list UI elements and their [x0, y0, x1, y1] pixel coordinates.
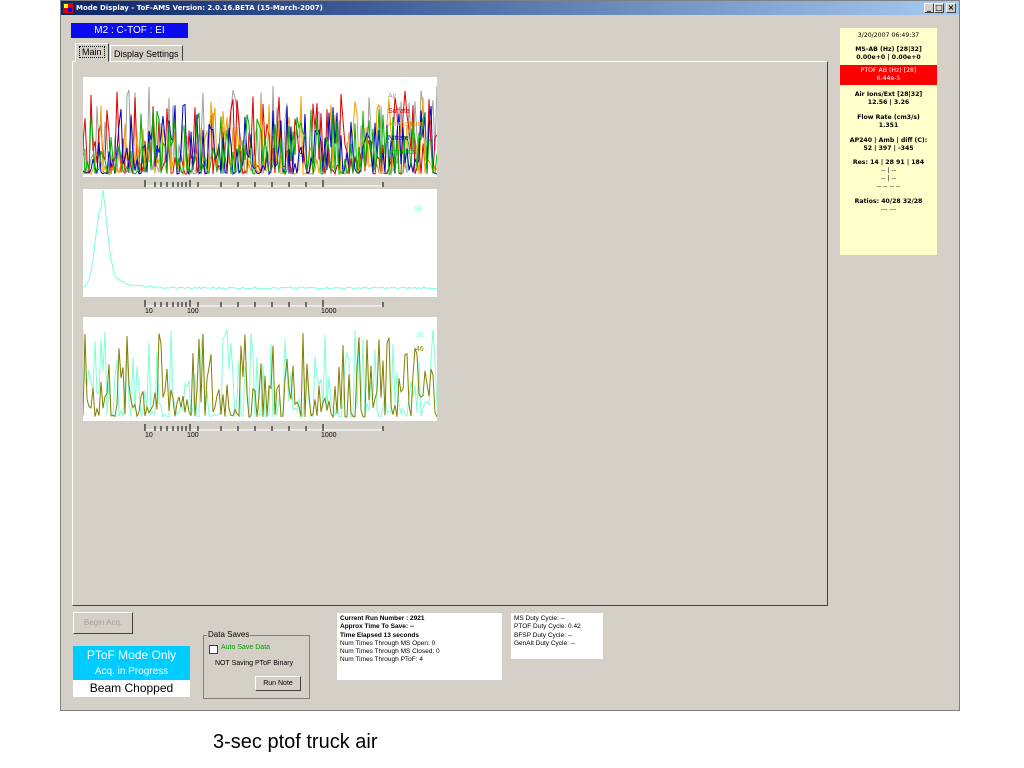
data-saves-label: Data Saves [207, 630, 251, 639]
title-bar[interactable]: Mode Display - ToF-AMS Version: 2.0.16.B… [61, 1, 959, 15]
bottom-axis-label-1000: 1000 [321, 432, 337, 439]
res-line-2: -- | -- [881, 167, 896, 174]
legend-air: Air [388, 93, 397, 100]
legend-ammonium: Ammonium [388, 121, 424, 128]
tab-main[interactable]: Main [75, 43, 109, 62]
ratios-title: Ratios: 40/28 32/28 [854, 198, 923, 205]
bottom-axis-label-10: 10 [145, 432, 153, 439]
ms-ab-title: MS-AB (Hz) [28|32] [855, 46, 922, 53]
top-axis [144, 180, 384, 187]
mass30-46-plot-svg: 30 46 [82, 329, 438, 419]
auto-save-checkbox[interactable] [209, 645, 218, 654]
legend-30: 30 [416, 332, 424, 339]
species-traces [82, 85, 438, 176]
status-datetime: 3/20/2007 06:49:37 [857, 32, 920, 39]
legend-sulfate: Sulfate [388, 108, 410, 115]
bfsp-duty-cycle: BFSP Duty Cycle: -- [514, 631, 573, 639]
ptof-ab-alert: PTOF AB (Hz) [28] 6.44e-5 [840, 65, 937, 85]
begin-acq-button[interactable]: Begin Acq. [73, 612, 133, 634]
ptof-duty-cycle: PTOF Duty Cycle: 0.42 [514, 623, 581, 631]
ms-open-count: Num Times Through MS Open: 0 [340, 639, 436, 647]
not-saving-text: NOT Saving PToF Binary [215, 660, 294, 667]
ptof-ab-title: PTOF AB (Hz) [28] [860, 67, 917, 74]
ap240-values: 52 | 397 | -345 [863, 145, 914, 152]
mode-display-window: Mode Display - ToF-AMS Version: 2.0.16.B… [60, 0, 960, 711]
close-button[interactable]: × [946, 3, 956, 13]
legend-organics: Organics [388, 149, 417, 156]
ms-closed-count: Num Times Through MS Closed: 0 [340, 648, 440, 656]
middle-axis-label-10: 10 [145, 308, 153, 315]
genalt-duty-cycle: GenAlt Duty Cycle: -- [514, 639, 576, 647]
ptof-count: Num Times Through PToF: 4 [340, 656, 423, 664]
ptof-ab-value: 6.44e-5 [876, 75, 901, 82]
approx-time-to-save: Approx Time To Save: -- [340, 623, 415, 631]
mode-status-line1: PToF Mode Only [73, 646, 190, 664]
ms-ab-values: 0.00e+0 | 0.00e+0 [856, 54, 921, 61]
flow-rate-title: Flow Rate (cm3/s) [857, 114, 920, 121]
mode-status-line3: Beam Chopped [73, 680, 190, 697]
run-info-box: Current Run Number : 2921 Approx Time To… [337, 613, 502, 680]
status-panel: 3/20/2007 06:49:37 MS-AB (Hz) [28|32] 0.… [840, 28, 937, 255]
duty-cycle-box: MS Duty Cycle: -- PTOF Duty Cycle: 0.42 … [511, 613, 603, 659]
res-title: Res: 14 | 28 91 | 184 [852, 159, 925, 166]
bottom-axis: 10 100 1000 [144, 424, 384, 439]
auto-save-label: Auto Save Data [221, 644, 271, 651]
middle-axis-label-1000: 1000 [321, 308, 337, 315]
flow-rate-value: 1.351 [878, 122, 899, 129]
run-note-button[interactable]: Run Note [255, 676, 301, 691]
air-ions-values: 12.56 | 3.26 [867, 99, 910, 106]
air-ions-title: Air Ions/Ext [28|32] [854, 91, 923, 98]
legend-46: 46 [416, 346, 424, 353]
mode-label: M2 : C-TOF : EI [71, 23, 188, 38]
legend-28: 28 [414, 206, 422, 213]
res-line-4: -- -- -- -- [876, 183, 901, 190]
mass28-plot-svg: 28 [82, 190, 438, 290]
legend-nitrate: Nitrate [388, 135, 409, 142]
species-plot-svg: Air Sulfate Ammonium Nitrate Organics [82, 85, 438, 176]
window-title: Mode Display - ToF-AMS Version: 2.0.16.B… [76, 4, 323, 12]
res-line-3: -- | -- [881, 175, 896, 182]
ap240-title: AP240 | Amb | diff (C): [849, 137, 928, 144]
mass28-trace [82, 190, 438, 290]
middle-axis-ticks [144, 300, 384, 307]
bottom-axis-ticks [144, 424, 384, 431]
maximize-button[interactable]: □ [934, 3, 944, 13]
mode-status-panel: PToF Mode Only Acq. in Progress Beam Cho… [73, 646, 190, 699]
tab-display-settings[interactable]: Display Settings [110, 45, 183, 61]
middle-axis: 10 100 1000 [144, 300, 384, 315]
ratios-values: --- --- [880, 206, 897, 213]
slide-caption: 3-sec ptof truck air [213, 731, 378, 753]
species-plot[interactable]: Air Sulfate Ammonium Nitrate Organics [82, 77, 438, 177]
current-run-number: Current Run Number : 2921 [340, 615, 425, 622]
tab-display-settings-label: Display Settings [114, 49, 179, 59]
mode-status-line2: Acq. in Progress [73, 664, 190, 680]
time-elapsed: Time Elapsed 13 seconds [340, 631, 419, 639]
top-axis-ticks [144, 180, 384, 187]
ms-duty-cycle: MS Duty Cycle: -- [514, 615, 565, 622]
middle-axis-label-100: 100 [187, 308, 199, 315]
app-icon [63, 3, 73, 13]
mass28-plot[interactable]: 28 [82, 189, 438, 297]
tab-main-label: Main [79, 46, 105, 58]
minimize-button[interactable]: _ [924, 3, 934, 13]
bottom-axis-label-100: 100 [187, 432, 199, 439]
mass30-46-plot[interactable]: 30 46 [82, 317, 438, 421]
